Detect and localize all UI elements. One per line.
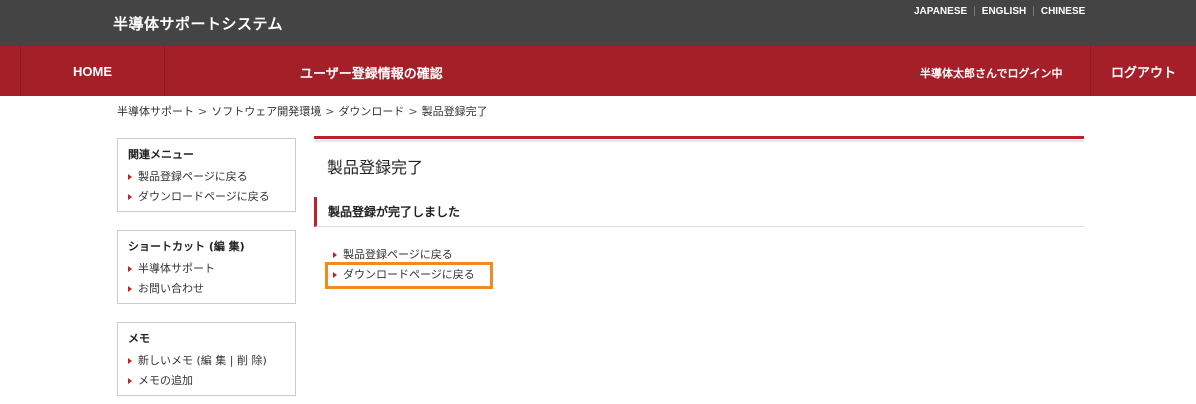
breadcrumb-item-dev-env[interactable]: ソフトウェア開発環境 <box>211 103 321 119</box>
lang-japanese[interactable]: JAPANESE <box>914 6 967 17</box>
bullet-arrow-icon <box>333 252 337 258</box>
memo-title: メモ <box>128 332 150 345</box>
page-title: 製品登録完了 <box>327 158 424 177</box>
breadcrumb-separator: > <box>325 104 335 118</box>
memo-box: メモ 新しいメモ (編 集 | 削 除) メモの追加 <box>117 322 296 396</box>
highlight-box <box>325 262 493 289</box>
memo-link-add[interactable]: メモの追加 <box>128 371 285 391</box>
bullet-arrow-icon <box>128 358 132 364</box>
top-header: 半導体サポートシステム JAPANESE | ENGLISH | CHINESE <box>0 0 1196 46</box>
lang-separator: | <box>973 6 976 17</box>
sidebar-link-download[interactable]: ダウンロードページに戻る <box>128 187 285 207</box>
breadcrumb-separator: > <box>408 104 418 118</box>
content-top-rule <box>314 136 1084 139</box>
breadcrumb-separator: > <box>198 104 208 118</box>
nav-page-title: ユーザー登録情報の確認 <box>300 67 443 82</box>
related-menu-title: 関連メニュー <box>128 148 194 161</box>
login-status: 半導体太郎さんでログイン中 <box>920 67 1063 80</box>
lang-chinese[interactable]: CHINESE <box>1041 6 1085 17</box>
shortcut-link-contact[interactable]: お問い合わせ <box>128 279 285 299</box>
shortcut-link-support[interactable]: 半導体サポート <box>128 259 285 279</box>
lang-separator: | <box>1032 6 1035 17</box>
logout-button[interactable]: ログアウト <box>1090 46 1196 96</box>
shortcut-title[interactable]: ショートカット (編 集) <box>128 238 285 254</box>
bullet-arrow-icon <box>128 174 132 180</box>
bullet-arrow-icon <box>128 194 132 200</box>
related-menu-box: 関連メニュー 製品登録ページに戻る ダウンロードページに戻る <box>117 138 296 212</box>
content-top-rule-shadow <box>314 140 1084 142</box>
bullet-arrow-icon <box>128 378 132 384</box>
lang-english[interactable]: ENGLISH <box>982 6 1026 17</box>
breadcrumb-item-download[interactable]: ダウンロード <box>338 103 404 119</box>
bullet-arrow-icon <box>128 286 132 292</box>
breadcrumb-item-current: 製品登録完了 <box>421 105 488 118</box>
breadcrumb: 半導体サポート > ソフトウェア開発環境 > ダウンロード > 製品登録完了 <box>117 103 488 119</box>
shortcut-box: ショートカット (編 集) 半導体サポート お問い合わせ <box>117 230 296 304</box>
language-switcher: JAPANESE | ENGLISH | CHINESE <box>914 6 1085 17</box>
sidebar-link-product-registration[interactable]: 製品登録ページに戻る <box>128 167 285 187</box>
bullet-arrow-icon <box>128 266 132 272</box>
main-navbar: HOME ユーザー登録情報の確認 半導体太郎さんでログイン中 ログアウト <box>0 46 1196 96</box>
nav-home-button[interactable]: HOME <box>20 46 165 96</box>
memo-link-new[interactable]: 新しいメモ (編 集 | 削 除) <box>128 351 285 371</box>
section-heading: 製品登録が完了しました <box>314 197 1084 227</box>
site-title: 半導体サポートシステム <box>113 15 284 33</box>
breadcrumb-item-support[interactable]: 半導体サポート <box>117 103 194 119</box>
